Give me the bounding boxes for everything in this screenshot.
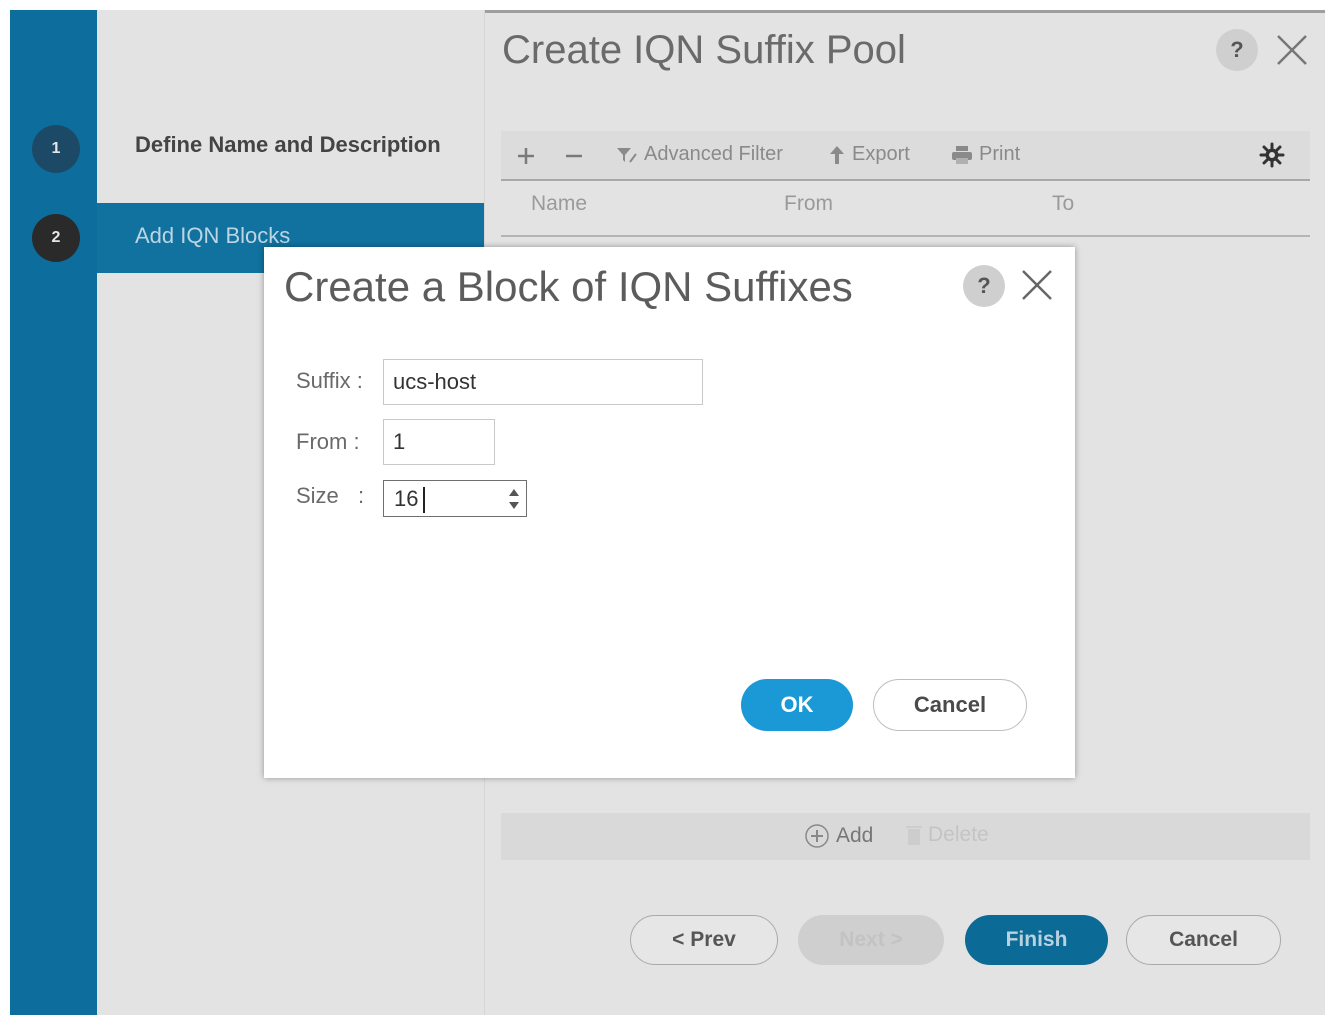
print-label: Print — [979, 143, 1021, 165]
add-circle-icon — [805, 824, 829, 848]
finish-button[interactable]: Finish — [965, 915, 1108, 965]
print-button[interactable]: Print — [951, 143, 1020, 166]
next-button[interactable]: Next > — [798, 915, 944, 965]
minus-icon[interactable] — [564, 146, 584, 166]
column-header-name[interactable]: Name — [531, 192, 587, 216]
trash-icon — [906, 826, 922, 845]
advanced-filter-button[interactable]: Advanced Filter — [616, 143, 783, 166]
prev-button[interactable]: < Prev — [630, 915, 778, 965]
advanced-filter-label: Advanced Filter — [644, 143, 783, 165]
column-header-to[interactable]: To — [1052, 192, 1074, 216]
step-2-indicator: 2 — [32, 214, 80, 262]
suffix-input[interactable] — [383, 359, 703, 405]
ok-button[interactable]: OK — [741, 679, 853, 731]
wizard-help-button[interactable]: ? — [1216, 29, 1258, 71]
dialog-close-icon[interactable] — [1020, 268, 1054, 302]
spinner-arrows-icon[interactable] — [508, 487, 520, 511]
size-stepper[interactable]: 16 — [383, 480, 527, 517]
dialog-help-button[interactable]: ? — [963, 265, 1005, 307]
step-rail: 1 2 — [10, 10, 97, 1015]
plus-icon[interactable] — [516, 146, 536, 166]
size-label: Size — [296, 483, 339, 508]
gear-icon[interactable] — [1259, 142, 1285, 168]
table-toolbar: Advanced Filter Export Print — [501, 131, 1310, 181]
step-define-name[interactable]: Define Name and Description — [135, 132, 441, 158]
wizard-close-icon[interactable] — [1275, 33, 1309, 67]
filter-icon — [617, 147, 637, 163]
export-arrow-icon — [830, 145, 844, 164]
create-block-dialog: Create a Block of IQN Suffixes ? Suffix … — [264, 247, 1075, 778]
export-label: Export — [852, 143, 910, 165]
text-caret — [423, 487, 425, 513]
suffix-label: Suffix : — [296, 368, 363, 393]
export-button[interactable]: Export — [828, 143, 910, 166]
dialog-title: Create a Block of IQN Suffixes — [284, 263, 853, 310]
size-colon: : — [358, 483, 365, 508]
wizard-cancel-button[interactable]: Cancel — [1126, 915, 1281, 965]
step-add-iqn-blocks-label: Add IQN Blocks — [135, 223, 291, 248]
dialog-cancel-button[interactable]: Cancel — [873, 679, 1027, 731]
table-header-divider — [501, 235, 1310, 237]
step-1-indicator: 1 — [32, 125, 80, 173]
from-label: From : — [296, 429, 360, 454]
printer-icon — [952, 145, 972, 164]
size-value: 16 — [394, 486, 419, 511]
from-input[interactable] — [383, 419, 495, 465]
add-label: Add — [836, 824, 874, 847]
add-delete-bar: Add Delete — [501, 813, 1310, 860]
delete-label: Delete — [928, 823, 989, 846]
add-button[interactable]: Add — [804, 823, 873, 849]
delete-button[interactable]: Delete — [906, 823, 989, 847]
column-header-from[interactable]: From — [784, 192, 833, 216]
wizard-title: Create IQN Suffix Pool — [502, 28, 906, 72]
